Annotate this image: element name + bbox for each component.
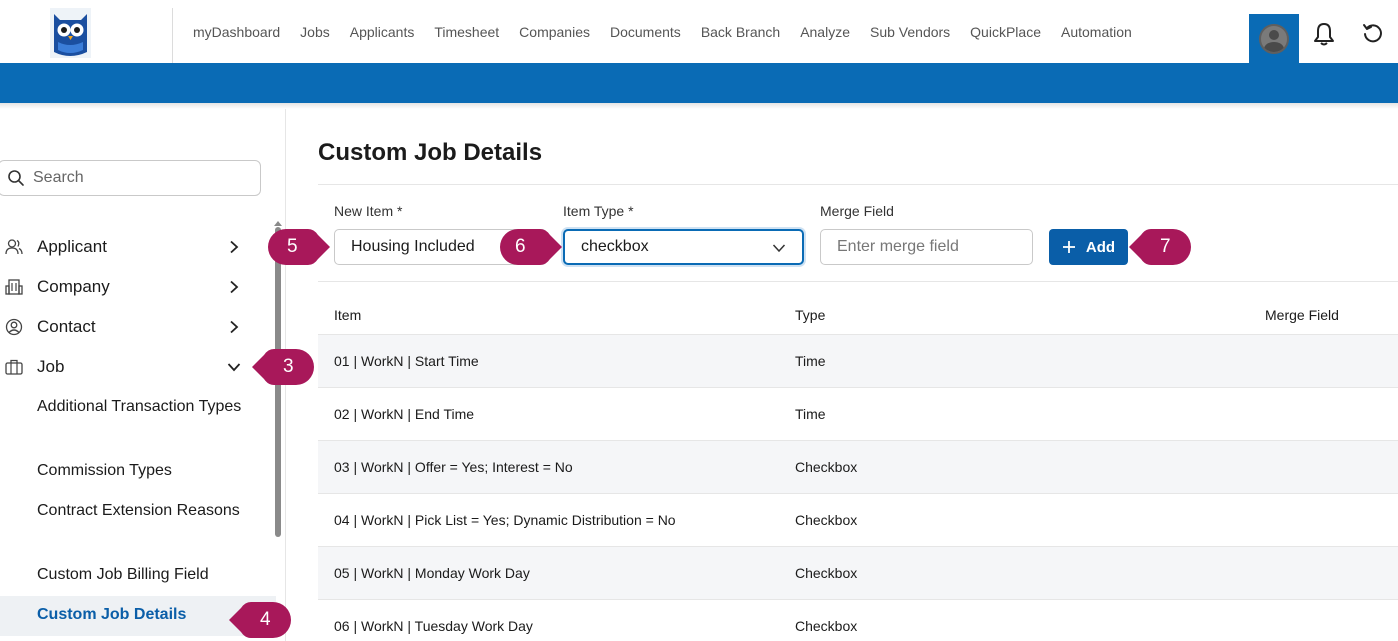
callout-number: 3 — [283, 356, 294, 377]
sidebar-item-company[interactable]: Company — [0, 267, 250, 307]
callout-arrow-icon — [268, 229, 330, 265]
nav-mydashboard[interactable]: myDashboard — [193, 24, 280, 40]
column-header-item[interactable]: Item — [334, 307, 361, 323]
cell-item: 03 | WorkN | Offer = Yes; Interest = No — [334, 459, 573, 475]
nav-quickplace[interactable]: QuickPlace — [970, 24, 1041, 40]
sidebar-search[interactable] — [0, 160, 261, 196]
person-icon — [5, 239, 23, 255]
sidebar-subitem-custom-job-details[interactable]: Custom Job Details — [37, 603, 257, 627]
merge-field-label: Merge Field — [820, 203, 894, 219]
cell-item: 02 | WorkN | End Time — [334, 406, 475, 422]
column-header-type[interactable]: Type — [795, 307, 825, 323]
sidebar-item-label: Job — [37, 357, 65, 376]
callout-badge-4: 4 — [229, 602, 291, 638]
item-type-value: checkbox — [581, 238, 649, 255]
table-row[interactable]: 04 | WorkN | Pick List = Yes; Dynamic Di… — [318, 493, 1398, 546]
divider — [318, 281, 1398, 282]
cell-type: Time — [795, 353, 826, 369]
merge-field[interactable] — [820, 229, 1033, 265]
item-type-label: Item Type * — [563, 203, 634, 219]
chevron-right-icon — [230, 280, 239, 294]
nav-documents[interactable]: Documents — [610, 24, 681, 40]
owl-logo-icon[interactable] — [50, 8, 91, 58]
sidebar-item-contact[interactable]: Contact — [0, 307, 250, 347]
plus-icon — [1062, 241, 1075, 253]
nav-automation[interactable]: Automation — [1061, 24, 1132, 40]
add-button-label: Add — [1085, 238, 1116, 256]
scroll-up-arrow[interactable] — [274, 221, 282, 226]
chevron-right-icon — [230, 320, 239, 334]
sidebar-subitem-custom-job-billing-field[interactable]: Custom Job Billing Field — [37, 563, 257, 587]
callout-badge-5: 5 — [268, 229, 330, 265]
building-icon — [5, 279, 23, 295]
table-row[interactable]: 06 | WorkN | Tuesday Work Day Checkbox — [318, 599, 1398, 641]
table-row[interactable]: 01 | WorkN | Start Time Time — [318, 334, 1398, 387]
callout-badge-6: 6 — [500, 229, 562, 265]
cell-item: 06 | WorkN | Tuesday Work Day — [334, 618, 533, 634]
new-item-label: New Item * — [334, 203, 403, 219]
search-input[interactable] — [33, 169, 233, 187]
refresh-icon[interactable] — [1362, 22, 1384, 44]
search-icon — [8, 170, 24, 186]
add-button[interactable]: Add — [1049, 229, 1128, 265]
nav-timesheet[interactable]: Timesheet — [434, 24, 499, 40]
nav-back-branch[interactable]: Back Branch — [701, 24, 780, 40]
sidebar-item-label: Company — [37, 277, 110, 296]
chevron-right-icon — [230, 240, 239, 254]
sidebar-subitem-additional-transaction-types[interactable]: Additional Transaction Types — [37, 395, 257, 419]
table-row[interactable]: 03 | WorkN | Offer = Yes; Interest = No … — [318, 440, 1398, 493]
contact-icon — [5, 318, 23, 336]
sidebar-subitem-commission-types[interactable]: Commission Types — [37, 459, 257, 483]
table-row[interactable]: 02 | WorkN | End Time Time — [318, 387, 1398, 440]
page-title: Custom Job Details — [318, 139, 543, 166]
nav-companies[interactable]: Companies — [519, 24, 590, 40]
user-menu-button[interactable] — [1249, 14, 1299, 63]
divider — [318, 184, 1398, 185]
chevron-down-icon — [772, 244, 786, 253]
cell-type: Checkbox — [795, 459, 858, 475]
sidebar-subitem-contract-extension-reasons[interactable]: Contract Extension Reasons — [37, 499, 257, 523]
nav-analyze[interactable]: Analyze — [800, 24, 850, 40]
cell-item: 05 | WorkN | Monday Work Day — [334, 565, 530, 581]
column-header-merge-field[interactable]: Merge Field — [1265, 307, 1339, 323]
cell-type: Checkbox — [795, 565, 858, 581]
logo-divider — [172, 8, 173, 63]
cell-type: Checkbox — [795, 512, 858, 528]
callout-number: 5 — [287, 236, 298, 257]
nav-jobs[interactable]: Jobs — [300, 24, 330, 40]
nav-applicants[interactable]: Applicants — [350, 24, 415, 40]
nav-sub-vendors[interactable]: Sub Vendors — [870, 24, 950, 40]
cell-item: 01 | WorkN | Start Time — [334, 353, 479, 369]
bell-icon[interactable] — [1313, 22, 1335, 46]
sidebar: Applicant Company Contact Job — [0, 109, 286, 641]
cell-item: 04 | WorkN | Pick List = Yes; Dynamic Di… — [334, 512, 676, 528]
callout-number: 4 — [260, 609, 271, 630]
cell-type: Checkbox — [795, 618, 858, 634]
merge-field-input[interactable] — [837, 238, 1032, 256]
callout-arrow-icon — [500, 229, 562, 265]
callout-badge-3: 3 — [252, 349, 314, 385]
top-header: myDashboard Jobs Applicants Timesheet Co… — [0, 0, 1398, 63]
main-nav: myDashboard Jobs Applicants Timesheet Co… — [193, 0, 1152, 63]
briefcase-icon — [5, 359, 23, 375]
sidebar-item-applicant[interactable]: Applicant — [0, 227, 250, 267]
table-row[interactable]: 05 | WorkN | Monday Work Day Checkbox — [318, 546, 1398, 599]
avatar-icon — [1259, 23, 1289, 54]
sidebar-item-job[interactable]: Job — [0, 347, 250, 387]
header-blue-bar — [0, 63, 1398, 103]
callout-number: 7 — [1160, 236, 1171, 257]
callout-badge-7: 7 — [1129, 229, 1191, 265]
sidebar-item-label: Applicant — [37, 237, 107, 256]
item-type-select[interactable]: checkbox — [563, 229, 804, 265]
callout-number: 6 — [515, 236, 526, 257]
sidebar-item-label: Contact — [37, 317, 96, 336]
cell-type: Time — [795, 406, 826, 422]
chevron-down-icon — [227, 363, 241, 372]
